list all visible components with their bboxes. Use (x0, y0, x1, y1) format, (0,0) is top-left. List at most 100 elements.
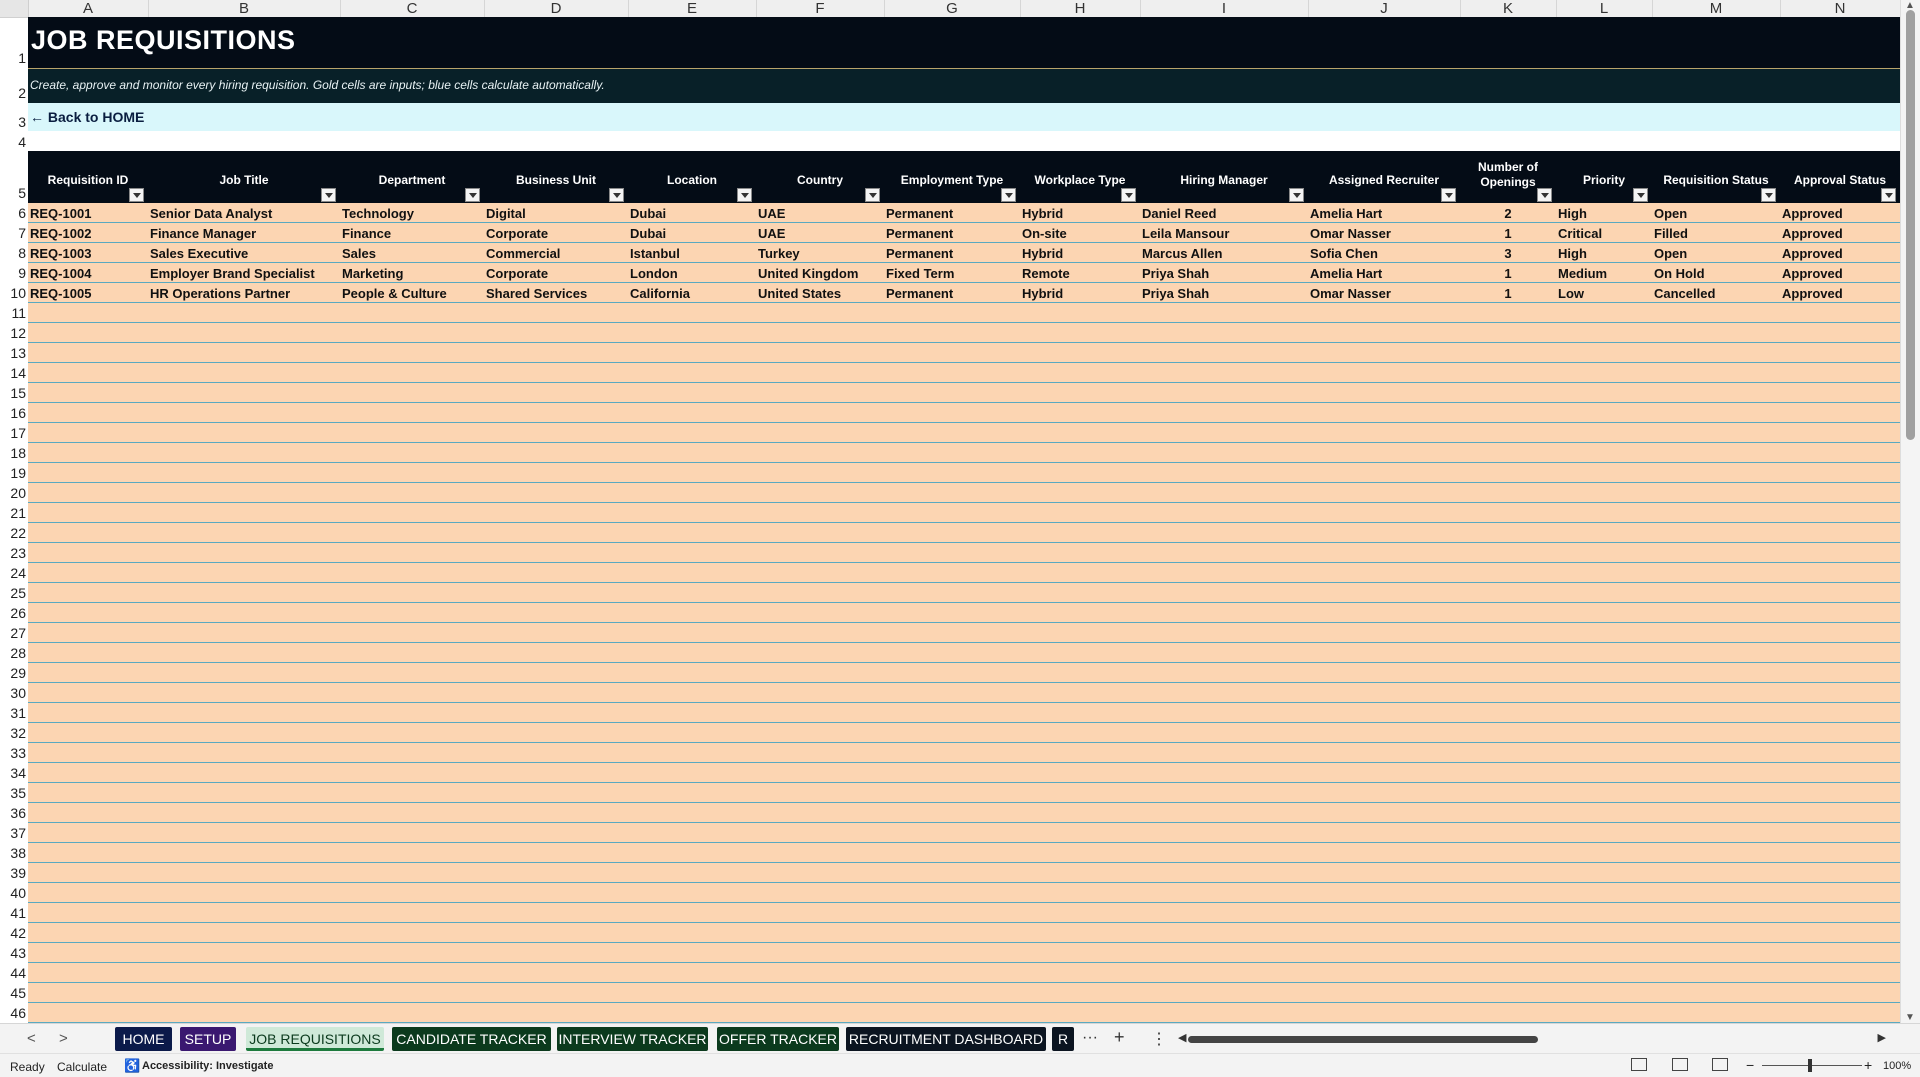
column-header-m[interactable]: M (1652, 0, 1781, 17)
row-header-28[interactable]: 28 (0, 643, 28, 663)
back-to-home-link[interactable]: ← Back to HOME (30, 109, 144, 125)
row-header-11[interactable]: 11 (0, 303, 28, 323)
table-cell[interactable]: Priya Shah (1142, 266, 1209, 281)
sheet-tab[interactable]: CANDIDATE TRACKER (392, 1027, 551, 1051)
table-cell[interactable]: United Kingdom (758, 266, 858, 281)
zoom-out-icon[interactable]: − (1746, 1057, 1754, 1073)
table-cell[interactable]: Fixed Term (886, 266, 954, 281)
table-cell[interactable]: Critical (1558, 226, 1602, 241)
row-header-4[interactable]: 4 (0, 132, 28, 151)
row-header-10[interactable]: 10 (0, 283, 28, 303)
table-cell[interactable]: On Hold (1654, 266, 1705, 281)
table-cell[interactable]: Omar Nasser (1310, 226, 1391, 241)
table-cell[interactable]: Istanbul (630, 246, 680, 261)
row-header-17[interactable]: 17 (0, 423, 28, 443)
table-cell[interactable]: Commercial (486, 246, 560, 261)
row-header-21[interactable]: 21 (0, 503, 28, 523)
table-cell[interactable]: Sales (342, 246, 376, 261)
sheet-tab[interactable]: JOB REQUISITIONS (246, 1027, 384, 1051)
select-all-corner[interactable] (0, 0, 29, 17)
table-cell[interactable]: 1 (1460, 286, 1556, 301)
table-cell[interactable]: Hybrid (1022, 286, 1063, 301)
table-cell[interactable]: UAE (758, 226, 785, 241)
table-cell[interactable]: California (630, 286, 690, 301)
column-header-d[interactable]: D (484, 0, 629, 17)
column-header-g[interactable]: G (884, 0, 1021, 17)
table-cell[interactable]: Finance (342, 226, 391, 241)
more-tabs-icon[interactable]: ··· (1082, 1029, 1098, 1047)
filter-dropdown-icon[interactable] (1761, 188, 1776, 202)
table-cell[interactable]: Finance Manager (150, 226, 256, 241)
normal-view-icon[interactable] (1631, 1058, 1647, 1071)
table-cell[interactable]: Sales Executive (150, 246, 248, 261)
table-cell[interactable]: On-site (1022, 226, 1067, 241)
row-header-12[interactable]: 12 (0, 323, 28, 343)
tab-options-icon[interactable]: ⋮ (1151, 1029, 1167, 1049)
table-cell[interactable]: Filled (1654, 226, 1688, 241)
filter-dropdown-icon[interactable] (1001, 188, 1016, 202)
zoom-slider[interactable] (1762, 1065, 1862, 1066)
column-header-k[interactable]: K (1460, 0, 1557, 17)
table-cell[interactable]: Marketing (342, 266, 403, 281)
filter-dropdown-icon[interactable] (1121, 188, 1136, 202)
row-header-29[interactable]: 29 (0, 663, 28, 683)
table-cell[interactable]: Daniel Reed (1142, 206, 1216, 221)
table-cell[interactable]: UAE (758, 206, 785, 221)
scroll-down-arrow-icon[interactable]: ▼ (1905, 1012, 1915, 1023)
page-break-preview-icon[interactable] (1712, 1058, 1728, 1071)
table-cell[interactable]: Permanent (886, 206, 953, 221)
table-cell[interactable]: London (630, 266, 678, 281)
table-cell[interactable]: Corporate (486, 266, 548, 281)
table-cell[interactable]: Permanent (886, 286, 953, 301)
table-cell[interactable]: Technology (342, 206, 414, 221)
column-header-j[interactable]: J (1308, 0, 1461, 17)
row-header-42[interactable]: 42 (0, 923, 28, 943)
table-cell[interactable]: Corporate (486, 226, 548, 241)
filter-dropdown-icon[interactable] (321, 188, 336, 202)
table-cell[interactable]: REQ-1002 (30, 226, 91, 241)
sheet-tab[interactable]: OFFER TRACKER (717, 1027, 839, 1051)
column-header-b[interactable]: B (148, 0, 341, 17)
row-header-30[interactable]: 30 (0, 683, 28, 703)
row-header-1[interactable]: 1 (0, 17, 28, 68)
sheet-tab[interactable]: HOME (115, 1027, 172, 1051)
table-cell[interactable]: 2 (1460, 206, 1556, 221)
table-cell[interactable]: Low (1558, 286, 1584, 301)
row-header-14[interactable]: 14 (0, 363, 28, 383)
table-cell[interactable]: Open (1654, 246, 1687, 261)
vertical-scroll-thumb[interactable] (1906, 10, 1915, 440)
row-header-18[interactable]: 18 (0, 443, 28, 463)
scroll-left-arrow-icon[interactable]: ◀ (1178, 1031, 1186, 1044)
row-header-9[interactable]: 9 (0, 263, 28, 283)
filter-dropdown-icon[interactable] (1537, 188, 1552, 202)
row-header-16[interactable]: 16 (0, 403, 28, 423)
row-header-39[interactable]: 39 (0, 863, 28, 883)
filter-dropdown-icon[interactable] (1633, 188, 1648, 202)
sheet-tab[interactable]: R (1052, 1027, 1074, 1051)
sheet-tab[interactable]: SETUP (180, 1027, 236, 1051)
column-header-c[interactable]: C (340, 0, 485, 17)
row-header-35[interactable]: 35 (0, 783, 28, 803)
table-cell[interactable]: Medium (1558, 266, 1607, 281)
filter-dropdown-icon[interactable] (1441, 188, 1456, 202)
tab-scroll-next-icon[interactable]: > (59, 1030, 68, 1047)
calculate-button[interactable]: Calculate (57, 1060, 107, 1074)
row-header-2[interactable]: 2 (0, 68, 28, 103)
scroll-right-arrow-icon[interactable]: ▶ (1878, 1031, 1886, 1044)
table-cell[interactable]: Employer Brand Specialist (150, 266, 315, 281)
row-header-13[interactable]: 13 (0, 343, 28, 363)
table-cell[interactable]: HR Operations Partner (150, 286, 290, 301)
table-cell[interactable]: Approved (1782, 286, 1843, 301)
column-header-h[interactable]: H (1020, 0, 1141, 17)
table-cell[interactable]: REQ-1004 (30, 266, 91, 281)
filter-dropdown-icon[interactable] (1289, 188, 1304, 202)
row-header-8[interactable]: 8 (0, 243, 28, 263)
column-header-n[interactable]: N (1780, 0, 1901, 17)
tab-scroll-prev-icon[interactable]: < (27, 1030, 36, 1047)
column-header-l[interactable]: L (1556, 0, 1653, 17)
row-header-32[interactable]: 32 (0, 723, 28, 743)
table-cell[interactable]: People & Culture (342, 286, 447, 301)
table-cell[interactable]: Approved (1782, 266, 1843, 281)
vertical-scrollbar[interactable]: ▲ ▼ (1900, 0, 1920, 1023)
row-header-43[interactable]: 43 (0, 943, 28, 963)
